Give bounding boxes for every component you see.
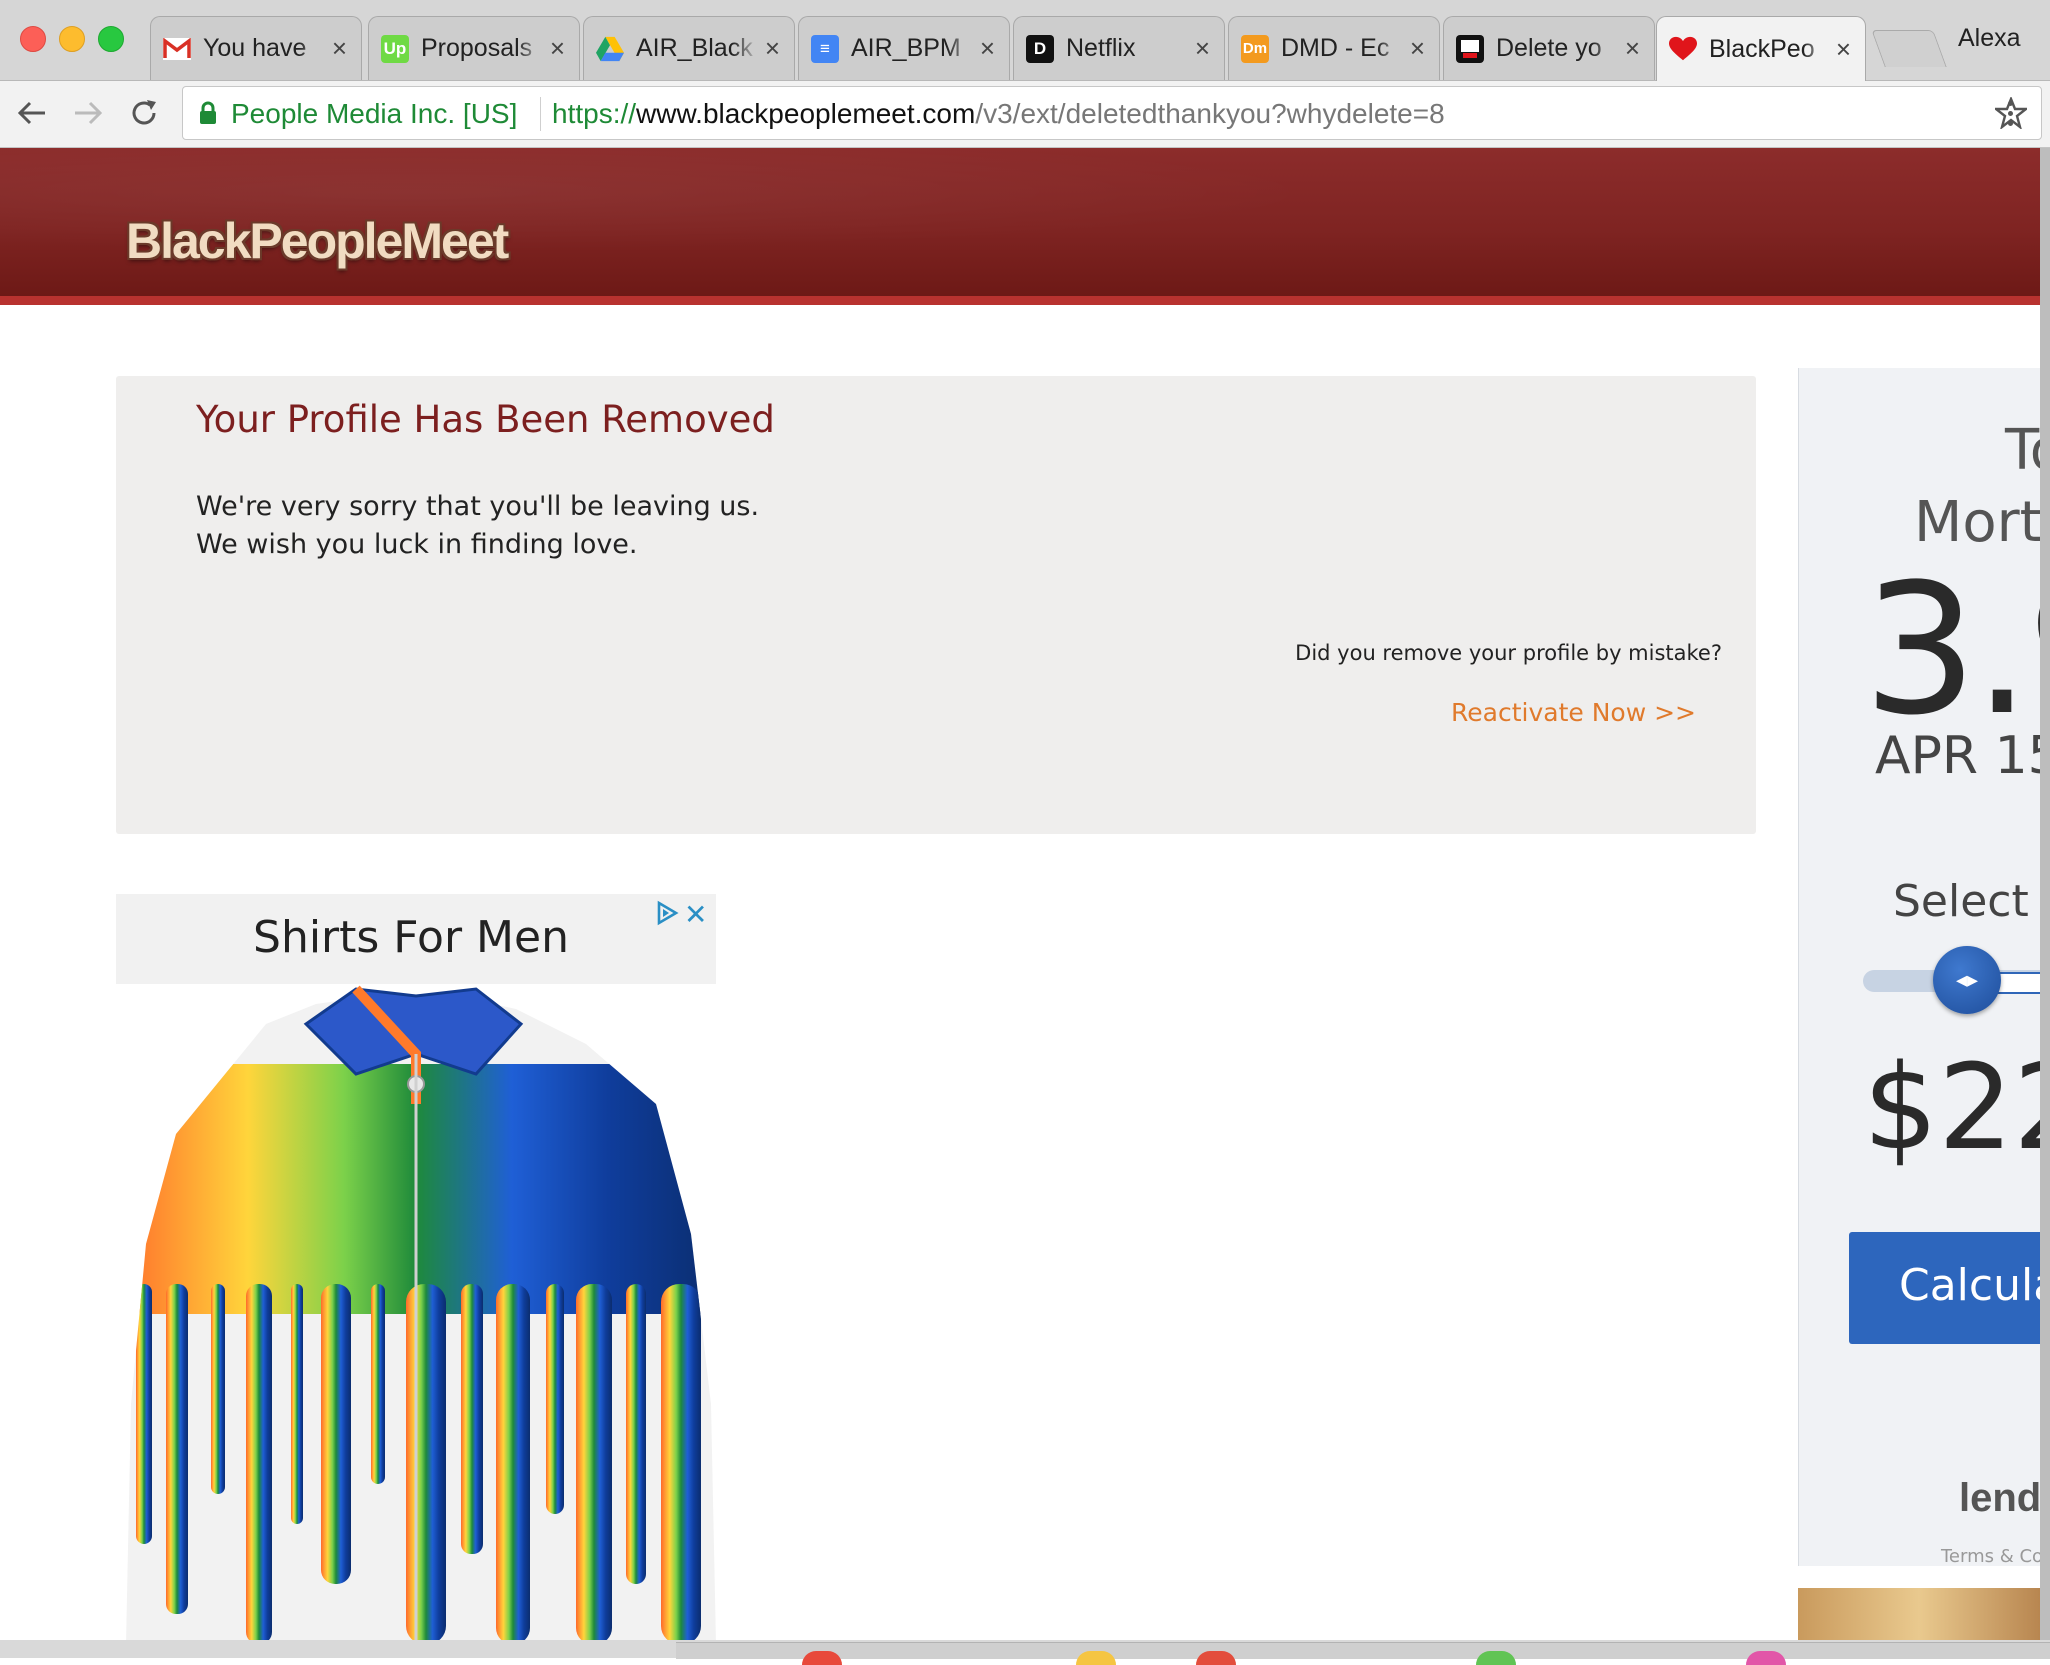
site-logo[interactable]: BlackPeopleMeet xyxy=(126,212,509,270)
tab-title: Netflix xyxy=(1066,34,1136,62)
browser-toolbar: People Media Inc. [US] https://www.black… xyxy=(0,81,2050,148)
new-tab-button[interactable] xyxy=(1871,30,1947,67)
tab-title: Proposals xyxy=(421,34,533,62)
page-content: BlackPeopleMeet Your Profile Has Been Re… xyxy=(0,148,2040,1640)
tab-close-icon[interactable]: × xyxy=(1195,33,1210,64)
dock-app-icon[interactable] xyxy=(1476,1651,1516,1665)
ad-rate: 3.9 xyxy=(1863,546,2040,755)
reload-icon xyxy=(132,100,156,125)
ad-terms-link[interactable]: Terms & Cor xyxy=(1941,1546,2040,1566)
tab-dmd[interactable]: Dm DMD - Ec × xyxy=(1228,16,1440,80)
slider-handle-icon[interactable]: ◂▸ xyxy=(1933,946,2001,1014)
tab-close-icon[interactable]: × xyxy=(550,33,565,64)
farewell-message: We wish you luck in finding love. xyxy=(196,529,638,560)
tab-close-icon[interactable]: × xyxy=(1410,33,1425,64)
url-host: www.blackpeoplemeet.com xyxy=(636,98,976,129)
farewell-message: We're very sorry that you'll be leaving … xyxy=(196,491,760,522)
calculate-button[interactable]: Calculat xyxy=(1849,1232,2040,1344)
url-divider xyxy=(540,97,541,131)
dmd-icon: Dm xyxy=(1241,34,1269,63)
tab-title: AIR_BPM xyxy=(851,34,961,62)
tab-close-icon[interactable]: × xyxy=(1836,34,1851,65)
shirt-product-image[interactable] xyxy=(116,984,716,1640)
url-text[interactable]: https://www.blackpeoplemeet.com/v3/ext/d… xyxy=(552,98,1445,130)
tab-strip: You have × Up Proposals × AIR_Black × ≡ … xyxy=(0,0,2050,81)
reactivate-link[interactable]: Reactivate Now >> xyxy=(1451,698,1696,727)
tab-title: Delete yo xyxy=(1496,34,1602,62)
dock-app-icon[interactable] xyxy=(1196,1651,1236,1665)
tab-gmail[interactable]: You have × xyxy=(150,16,362,80)
window-minimize-button[interactable] xyxy=(59,26,85,52)
adchoices-icon[interactable] xyxy=(654,900,680,926)
gmail-icon xyxy=(163,35,191,63)
ad-title[interactable]: Shirts For Men xyxy=(116,912,706,963)
heart-icon xyxy=(1669,35,1697,63)
window-maximize-button[interactable] xyxy=(98,26,124,52)
tab-blackpeoplemeet[interactable]: BlackPeo × xyxy=(1656,16,1866,81)
tab-close-icon[interactable]: × xyxy=(1625,33,1640,64)
forward-arrow-icon xyxy=(75,101,103,125)
tab-close-icon[interactable]: × xyxy=(980,33,995,64)
tab-delete-account[interactable]: Delete yo × xyxy=(1443,16,1655,80)
url-scheme: https:// xyxy=(552,98,637,129)
tab-title: AIR_Black xyxy=(636,34,753,62)
tab-netflix[interactable]: D Netflix × xyxy=(1013,16,1225,80)
page-title: Your Profile Has Been Removed xyxy=(196,398,775,441)
back-button[interactable] xyxy=(10,91,54,135)
google-docs-icon: ≡ xyxy=(811,34,839,63)
tab-title: DMD - Ec xyxy=(1281,34,1390,62)
tab-proposals[interactable]: Up Proposals × xyxy=(368,16,580,80)
tab-title: BlackPeo xyxy=(1709,34,1815,63)
tab-close-icon[interactable]: × xyxy=(765,33,780,64)
window-right-edge xyxy=(2040,148,2050,1640)
account-killer-icon xyxy=(1456,34,1484,63)
ad-close-icon[interactable]: ✕ xyxy=(684,898,707,931)
forward-button[interactable] xyxy=(66,91,110,135)
site-identity-label[interactable]: People Media Inc. [US] xyxy=(231,98,517,130)
ad-header: Shirts For Men ✕ xyxy=(116,894,716,984)
dock-app-icon[interactable] xyxy=(1076,1651,1116,1665)
ad-apr: APR 15 xyxy=(1875,726,2040,786)
dock-app-icon[interactable] xyxy=(1746,1651,1786,1665)
ad-thumbnail-image[interactable] xyxy=(1798,1588,2040,1640)
dock-app-icon[interactable] xyxy=(802,1651,842,1665)
ad-heading: To xyxy=(2005,418,2040,483)
lock-icon xyxy=(200,101,216,124)
address-bar[interactable]: People Media Inc. [US] https://www.black… xyxy=(182,86,2042,140)
browser-profile-name[interactable]: Alexa xyxy=(1958,24,2021,53)
tab-close-icon[interactable]: × xyxy=(332,33,347,64)
tab-title: You have xyxy=(203,34,307,62)
window-close-button[interactable] xyxy=(20,26,46,52)
calculate-button-label: Calculat xyxy=(1899,1260,2040,1311)
mistake-question: Did you remove your profile by mistake? xyxy=(1295,641,1722,665)
browser-menu-icon[interactable] xyxy=(1990,93,2030,133)
upwork-icon: Up xyxy=(381,34,409,63)
profile-removed-panel: Your Profile Has Been Removed We're very… xyxy=(116,376,1756,834)
shirts-ad[interactable]: Shirts For Men ✕ xyxy=(116,894,716,1640)
mortgage-ad[interactable]: To Mortg 3.9 APR 15 Select L ◂▸ $22 Calc… xyxy=(1798,368,2040,1566)
netflix-icon: D xyxy=(1026,34,1054,63)
ad-payment: $22 xyxy=(1863,1038,2040,1176)
back-arrow-icon xyxy=(17,101,45,125)
tab-air-bpm[interactable]: ≡ AIR_BPM × xyxy=(798,16,1010,80)
tab-air-black[interactable]: AIR_Black × xyxy=(583,16,795,80)
ad-brand-logo: lend xyxy=(1959,1476,2040,1520)
browser-chrome: You have × Up Proposals × AIR_Black × ≡ … xyxy=(0,0,2050,148)
reload-button[interactable] xyxy=(122,91,166,135)
site-header: BlackPeopleMeet xyxy=(0,148,2040,305)
macos-dock xyxy=(676,1642,2050,1665)
ad-select-label: Select L xyxy=(1893,876,2040,927)
google-drive-icon xyxy=(596,35,624,63)
url-path: /v3/ext/deletedthankyou?whydelete=8 xyxy=(975,98,1445,129)
